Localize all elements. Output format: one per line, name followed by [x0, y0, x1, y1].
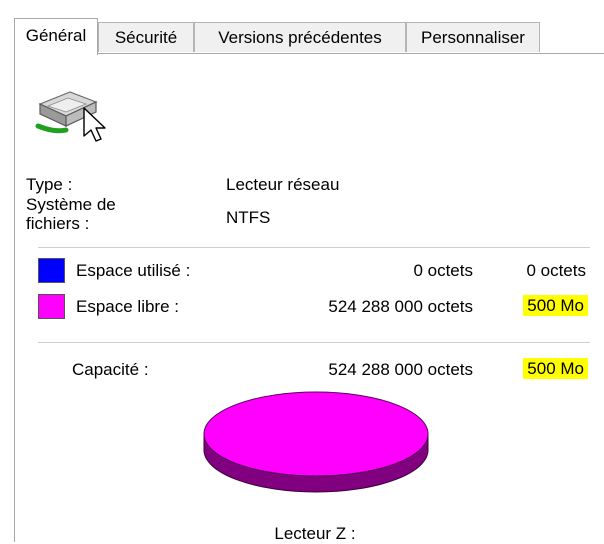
free-space-human: 500 Mo [523, 295, 588, 316]
free-space-human-wrap: 500 Mo [523, 295, 588, 316]
capacity-human: 500 Mo [523, 358, 588, 379]
tab-personnaliser-label: Personnaliser [421, 28, 525, 47]
free-space-bytes: 524 288 000 octets [328, 297, 473, 316]
pie-slice-1 [203, 391, 429, 477]
type-value: Lecteur réseau [226, 175, 340, 194]
used-space-label: Espace utilisé : [76, 261, 191, 280]
tab-panel-border [14, 53, 604, 54]
capacity-bytes: 524 288 000 octets [328, 360, 473, 379]
tab-panel-left-border [14, 53, 15, 542]
divider-bottom [38, 342, 590, 343]
drive-label: Lecteur Z : [274, 524, 356, 543]
filesystem-value: NTFS [226, 208, 271, 227]
tab-general-label: Général [25, 26, 87, 45]
filesystem-label-line1: Système de [26, 195, 116, 214]
type-label: Type : [26, 175, 73, 194]
network-drive-icon [34, 86, 114, 146]
free-space-swatch [38, 294, 65, 319]
disk-usage-pie-chart [203, 391, 429, 493]
capacity-label: Capacité : [72, 360, 149, 379]
tab-versions-label: Versions précédentes [218, 28, 382, 47]
used-space-human: 0 octets [526, 261, 586, 280]
tab-securite-label: Sécurité [114, 28, 178, 47]
filesystem-label: Système de fichiers : [26, 195, 116, 233]
used-space-bytes: 0 octets [413, 261, 473, 280]
tab-personnaliser[interactable]: Personnaliser [406, 22, 540, 52]
free-space-label: Espace libre : [76, 297, 179, 316]
tab-securite[interactable]: Sécurité [98, 22, 194, 52]
filesystem-label-line2: fichiers : [26, 214, 90, 233]
used-space-swatch [38, 258, 65, 283]
tab-general[interactable]: Général [14, 18, 98, 55]
capacity-human-wrap: 500 Mo [523, 358, 588, 379]
divider-top [38, 247, 590, 248]
tab-versions-precedentes[interactable]: Versions précédentes [194, 22, 406, 52]
tab-strip: Général Sécurité Versions précédentes Pe… [14, 18, 554, 55]
